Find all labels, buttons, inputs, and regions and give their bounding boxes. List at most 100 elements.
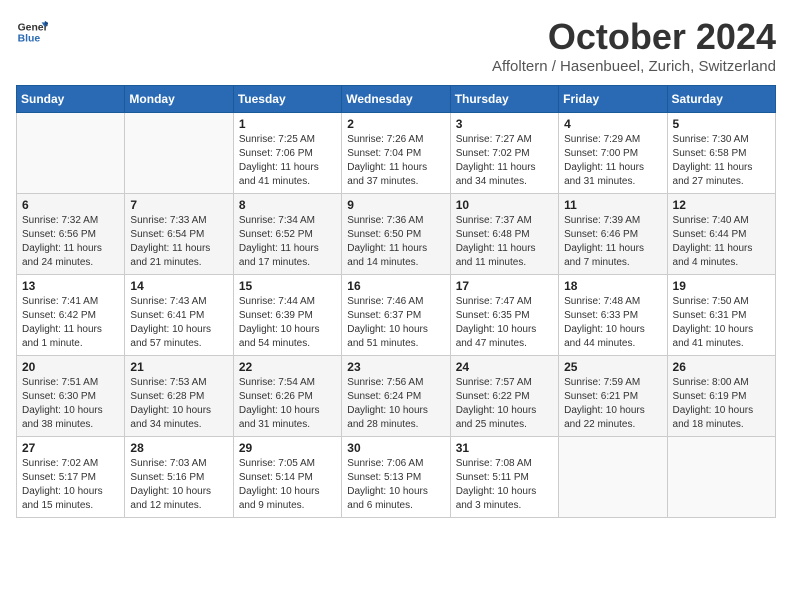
day-info: Sunrise: 7:06 AMSunset: 5:13 PMDaylight:… <box>347 457 444 513</box>
calendar-cell <box>667 437 775 518</box>
calendar-cell: 1Sunrise: 7:25 AMSunset: 7:06 PMDaylight… <box>233 113 341 194</box>
page-header: General Blue October 2024 Affoltern / Ha… <box>16 16 776 75</box>
calendar-cell: 24 Sunrise: 7:57 AMSunset: 6:22 PMDayligh… <box>450 356 558 437</box>
calendar-cell: 21Sunrise: 7:53 AMSunset: 6:28 PMDayligh… <box>125 356 233 437</box>
day-info: Sunrise: 7:27 AMSunset: 7:02 PMDaylight:… <box>456 133 553 189</box>
calendar-cell: 8 Sunrise: 7:34 AMSunset: 6:52 PMDaylight… <box>233 194 341 275</box>
header-wednesday: Wednesday <box>342 86 450 113</box>
day-number: 2 <box>347 117 444 131</box>
calendar-cell: 23Sunrise: 7:56 AMSunset: 6:24 PMDayligh… <box>342 356 450 437</box>
svg-text:Blue: Blue <box>18 34 41 45</box>
day-info: Sunrise: 7:32 AMSunset: 6:56 PMDaylight:… <box>22 214 119 270</box>
day-number: 17 <box>456 279 553 293</box>
day-info: Sunrise: 7:57 AMSunset: 6:22 PMDaylight:… <box>456 376 553 432</box>
header-friday: Friday <box>559 86 667 113</box>
logo: General Blue <box>16 16 48 48</box>
day-info: Sunrise: 7:37 AMSunset: 6:48 PMDaylight:… <box>456 214 553 270</box>
day-info: Sunrise: 7:43 AMSunset: 6:41 PMDaylight:… <box>130 295 227 351</box>
calendar-cell: 16 Sunrise: 7:46 AMSunset: 6:37 PMDayligh… <box>342 275 450 356</box>
calendar-cell: 2 Sunrise: 7:26 AMSunset: 7:04 PMDaylight… <box>342 113 450 194</box>
calendar-cell: 11 Sunrise: 7:39 AMSunset: 6:46 PMDayligh… <box>559 194 667 275</box>
day-info: Sunrise: 7:26 AMSunset: 7:04 PMDaylight:… <box>347 133 444 189</box>
calendar-cell: 27 Sunrise: 7:02 AMSunset: 5:17 PMDayligh… <box>17 437 125 518</box>
calendar-cell: 10 Sunrise: 7:37 AMSunset: 6:48 PMDayligh… <box>450 194 558 275</box>
day-info: Sunrise: 7:02 AMSunset: 5:17 PMDaylight:… <box>22 457 119 513</box>
day-info: Sunrise: 7:34 AMSunset: 6:52 PMDaylight:… <box>239 214 336 270</box>
day-number: 11 <box>564 198 661 212</box>
day-info: Sunrise: 7:29 AMSunset: 7:00 PMDaylight:… <box>564 133 661 189</box>
day-number: 7 <box>130 198 227 212</box>
calendar-subtitle: Affoltern / Hasenbueel, Zurich, Switzerl… <box>492 58 776 75</box>
calendar-cell: 19 Sunrise: 7:50 AMSunset: 6:31 PMDayligh… <box>667 275 775 356</box>
calendar-cell: 26Sunrise: 8:00 AMSunset: 6:19 PMDayligh… <box>667 356 775 437</box>
day-info: Sunrise: 7:47 AMSunset: 6:35 PMDaylight:… <box>456 295 553 351</box>
weekday-row: Sunday Monday Tuesday Wednesday Thursday… <box>17 86 776 113</box>
day-number: 4 <box>564 117 661 131</box>
calendar-cell <box>17 113 125 194</box>
day-info: Sunrise: 7:44 AMSunset: 6:39 PMDaylight:… <box>239 295 336 351</box>
day-number: 14 <box>130 279 227 293</box>
calendar-cell: 6 Sunrise: 7:32 AMSunset: 6:56 PMDaylight… <box>17 194 125 275</box>
day-info: Sunrise: 7:39 AMSunset: 6:46 PMDaylight:… <box>564 214 661 270</box>
day-info: Sunrise: 7:33 AMSunset: 6:54 PMDaylight:… <box>130 214 227 270</box>
calendar-cell <box>125 113 233 194</box>
calendar-cell: 7 Sunrise: 7:33 AMSunset: 6:54 PMDaylight… <box>125 194 233 275</box>
calendar-cell: 3 Sunrise: 7:27 AMSunset: 7:02 PMDaylight… <box>450 113 558 194</box>
day-number: 22 <box>239 360 336 374</box>
day-number: 16 <box>347 279 444 293</box>
calendar-cell: 9Sunrise: 7:36 AMSunset: 6:50 PMDaylight… <box>342 194 450 275</box>
header-saturday: Saturday <box>667 86 775 113</box>
calendar-week-4: 20 Sunrise: 7:51 AMSunset: 6:30 PMDayligh… <box>17 356 776 437</box>
calendar-cell: 12Sunrise: 7:40 AMSunset: 6:44 PMDayligh… <box>667 194 775 275</box>
calendar-cell: 31Sunrise: 7:08 AMSunset: 5:11 PMDayligh… <box>450 437 558 518</box>
calendar-cell: 15 Sunrise: 7:44 AMSunset: 6:39 PMDayligh… <box>233 275 341 356</box>
header-sunday: Sunday <box>17 86 125 113</box>
day-number: 23 <box>347 360 444 374</box>
calendar-title: October 2024 <box>492 16 776 58</box>
day-info: Sunrise: 7:30 AMSunset: 6:58 PMDaylight:… <box>673 133 770 189</box>
calendar-cell: 4 Sunrise: 7:29 AMSunset: 7:00 PMDaylight… <box>559 113 667 194</box>
day-number: 13 <box>22 279 119 293</box>
calendar-cell: 30 Sunrise: 7:06 AMSunset: 5:13 PMDayligh… <box>342 437 450 518</box>
day-info: Sunrise: 7:08 AMSunset: 5:11 PMDaylight:… <box>456 457 553 513</box>
day-number: 8 <box>239 198 336 212</box>
calendar-cell: 29 Sunrise: 7:05 AMSunset: 5:14 PMDayligh… <box>233 437 341 518</box>
day-number: 28 <box>130 441 227 455</box>
day-number: 26 <box>673 360 770 374</box>
day-number: 9 <box>347 198 444 212</box>
day-info: Sunrise: 7:41 AMSunset: 6:42 PMDaylight:… <box>22 295 119 351</box>
day-info: Sunrise: 7:54 AMSunset: 6:26 PMDaylight:… <box>239 376 336 432</box>
day-number: 29 <box>239 441 336 455</box>
calendar-week-2: 6 Sunrise: 7:32 AMSunset: 6:56 PMDaylight… <box>17 194 776 275</box>
day-number: 24 <box>456 360 553 374</box>
day-info: Sunrise: 7:25 AMSunset: 7:06 PMDaylight:… <box>239 133 336 189</box>
day-number: 10 <box>456 198 553 212</box>
day-number: 5 <box>673 117 770 131</box>
day-info: Sunrise: 7:51 AMSunset: 6:30 PMDaylight:… <box>22 376 119 432</box>
day-info: Sunrise: 7:50 AMSunset: 6:31 PMDaylight:… <box>673 295 770 351</box>
day-info: Sunrise: 7:05 AMSunset: 5:14 PMDaylight:… <box>239 457 336 513</box>
header-monday: Monday <box>125 86 233 113</box>
title-block: October 2024 Affoltern / Hasenbueel, Zur… <box>492 16 776 75</box>
calendar-cell: 18Sunrise: 7:48 AMSunset: 6:33 PMDayligh… <box>559 275 667 356</box>
day-number: 6 <box>22 198 119 212</box>
day-number: 20 <box>22 360 119 374</box>
day-number: 15 <box>239 279 336 293</box>
day-number: 27 <box>22 441 119 455</box>
calendar-cell: 17 Sunrise: 7:47 AMSunset: 6:35 PMDayligh… <box>450 275 558 356</box>
day-info: Sunrise: 7:03 AMSunset: 5:16 PMDaylight:… <box>130 457 227 513</box>
logo-icon: General Blue <box>16 16 48 48</box>
day-number: 3 <box>456 117 553 131</box>
day-number: 30 <box>347 441 444 455</box>
day-info: Sunrise: 7:48 AMSunset: 6:33 PMDaylight:… <box>564 295 661 351</box>
day-info: Sunrise: 7:40 AMSunset: 6:44 PMDaylight:… <box>673 214 770 270</box>
day-info: Sunrise: 7:59 AMSunset: 6:21 PMDaylight:… <box>564 376 661 432</box>
calendar-week-3: 13 Sunrise: 7:41 AMSunset: 6:42 PMDayligh… <box>17 275 776 356</box>
day-number: 19 <box>673 279 770 293</box>
calendar-cell: 20 Sunrise: 7:51 AMSunset: 6:30 PMDayligh… <box>17 356 125 437</box>
calendar-cell: 14 Sunrise: 7:43 AMSunset: 6:41 PMDayligh… <box>125 275 233 356</box>
calendar-cell: 13 Sunrise: 7:41 AMSunset: 6:42 PMDayligh… <box>17 275 125 356</box>
day-info: Sunrise: 7:46 AMSunset: 6:37 PMDaylight:… <box>347 295 444 351</box>
calendar-table: Sunday Monday Tuesday Wednesday Thursday… <box>16 85 776 518</box>
day-number: 21 <box>130 360 227 374</box>
